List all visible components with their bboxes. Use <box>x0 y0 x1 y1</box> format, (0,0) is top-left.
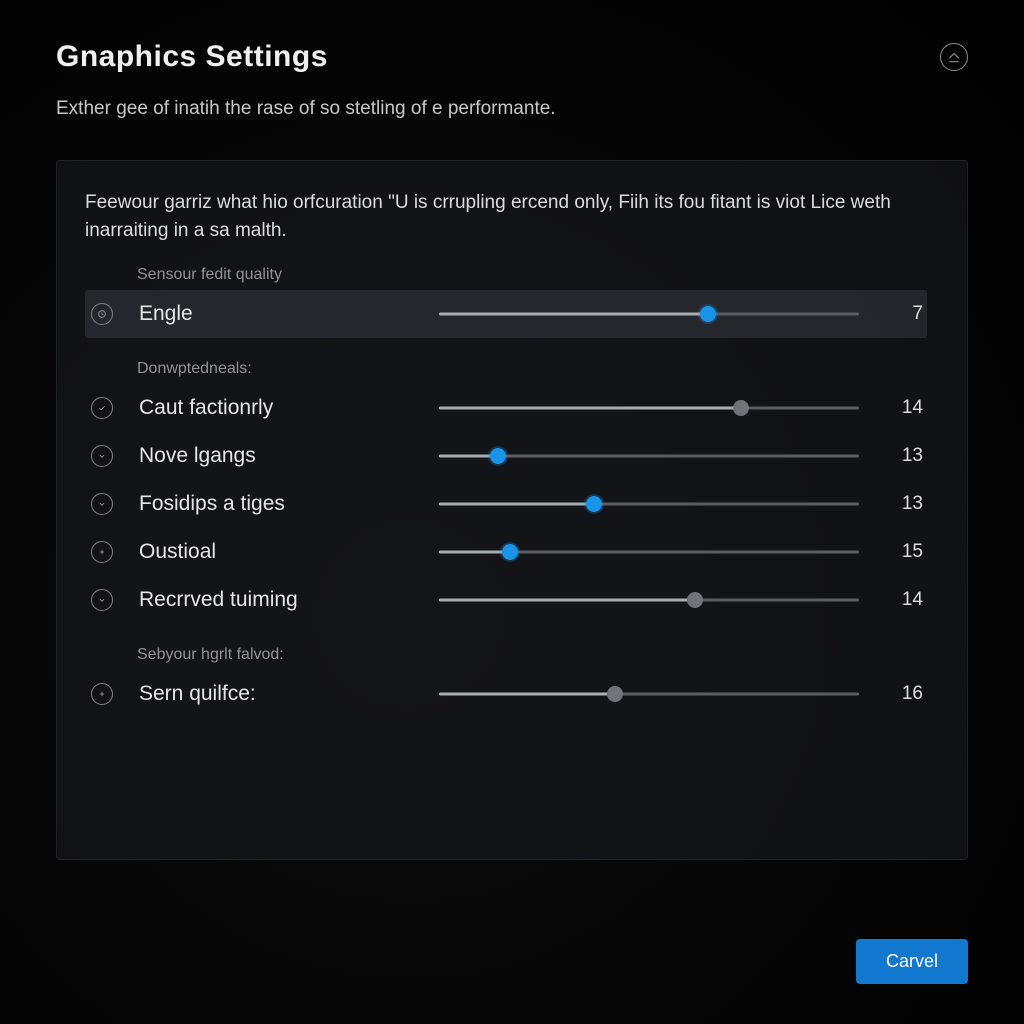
settings-panel: Feewour garriz what hio orfcuration "U i… <box>56 160 968 860</box>
slider[interactable] <box>439 684 859 704</box>
setting-label: Recrrved tuiming <box>139 588 439 612</box>
page-subtitle: Exther gee of inatih the rase of so stet… <box>56 98 968 120</box>
slider-thumb[interactable] <box>490 448 506 464</box>
slider-thumb[interactable] <box>586 496 602 512</box>
slider-thumb[interactable] <box>502 544 518 560</box>
setting-row: Oustioal 15 <box>85 528 927 576</box>
plus-icon[interactable] <box>91 541 113 563</box>
slider[interactable] <box>439 398 859 418</box>
slider[interactable] <box>439 304 859 324</box>
setting-value: 14 <box>877 397 923 419</box>
down-icon[interactable] <box>91 589 113 611</box>
setting-value: 13 <box>877 445 923 467</box>
setting-value: 15 <box>877 541 923 563</box>
slider[interactable] <box>439 494 859 514</box>
setting-value: 7 <box>877 303 923 325</box>
plus-icon[interactable] <box>91 683 113 705</box>
slider-thumb[interactable] <box>607 686 623 702</box>
setting-row: Nove lgangs 13 <box>85 432 927 480</box>
setting-label: Nove lgangs <box>139 444 439 468</box>
setting-label: Engle <box>139 302 439 326</box>
check-icon[interactable] <box>91 397 113 419</box>
slider-thumb[interactable] <box>700 306 716 322</box>
clock-icon[interactable] <box>91 303 113 325</box>
slider[interactable] <box>439 590 859 610</box>
slider-thumb[interactable] <box>687 592 703 608</box>
group-label: Sensour fedit quality <box>137 266 927 284</box>
setting-label: Fosidips a tiges <box>139 492 439 516</box>
setting-label: Oustioal <box>139 540 439 564</box>
setting-label: Caut factionrly <box>139 396 439 420</box>
setting-row: Engle 7 <box>85 290 927 338</box>
panel-description: Feewour garriz what hio orfcuration "U i… <box>85 189 927 244</box>
down-icon[interactable] <box>91 493 113 515</box>
page-title: Gnaphics Settings <box>56 40 328 74</box>
slider[interactable] <box>439 446 859 466</box>
setting-value: 14 <box>877 589 923 611</box>
setting-row: Caut factionrly 14 <box>85 384 927 432</box>
group-label: Sebyour hgrlt falvod: <box>137 646 927 664</box>
down-icon[interactable] <box>91 445 113 467</box>
share-icon[interactable] <box>940 43 968 71</box>
setting-value: 16 <box>877 683 923 705</box>
slider-thumb[interactable] <box>733 400 749 416</box>
setting-value: 13 <box>877 493 923 515</box>
setting-label: Sern quilfce: <box>139 682 439 706</box>
setting-row: Fosidips a tiges 13 <box>85 480 927 528</box>
setting-row: Sern quilfce: 16 <box>85 670 927 718</box>
slider[interactable] <box>439 542 859 562</box>
confirm-button[interactable]: Carvel <box>856 939 968 984</box>
group-label: Donwptedneals: <box>137 360 927 378</box>
setting-row: Recrrved tuiming 14 <box>85 576 927 624</box>
